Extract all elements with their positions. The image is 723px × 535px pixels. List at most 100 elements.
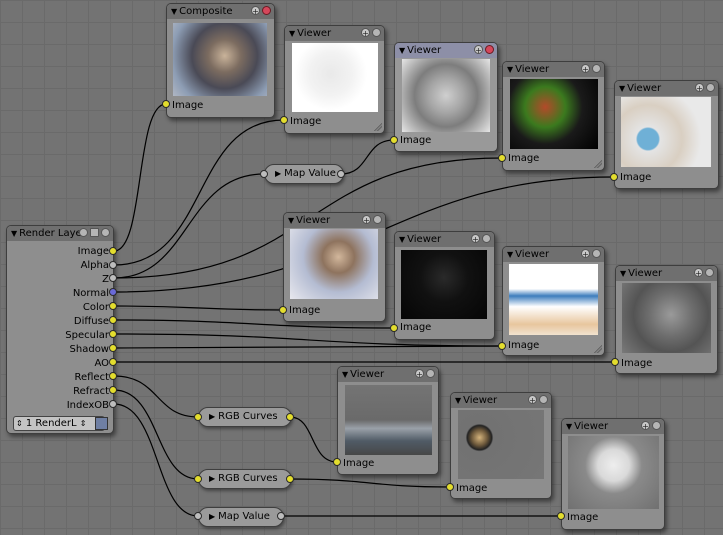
render-button[interactable] — [95, 417, 108, 430]
map-value-node-1[interactable]: ▶ Map Value — [264, 164, 344, 184]
hide-node-icon[interactable] — [592, 249, 601, 258]
rgb-curves-node-2[interactable]: ▶ RGB Curves — [198, 469, 292, 489]
viewer-input-socket[interactable] — [280, 116, 288, 124]
output-socket-normal[interactable] — [109, 288, 117, 296]
viewer-node-10[interactable]: ▼ Viewer + Image — [450, 392, 552, 499]
plus-icon[interactable]: + — [581, 249, 590, 259]
viewer-node-11[interactable]: ▼ Viewer + Image — [561, 418, 665, 530]
plus-icon[interactable]: + — [471, 234, 480, 244]
output-socket-reflect[interactable] — [109, 372, 117, 380]
composite-header[interactable]: ▼ Composite + — [167, 4, 274, 19]
output-socket-specular[interactable] — [109, 330, 117, 338]
expand-arrow-icon[interactable]: ▶ — [209, 474, 215, 483]
collapse-arrow-icon[interactable]: ▼ — [171, 4, 177, 19]
viewer-header[interactable]: ▼ Viewer + — [338, 367, 438, 382]
hide-node-icon[interactable] — [372, 28, 381, 37]
expand-arrow-icon[interactable]: ▶ — [209, 512, 215, 521]
hide-node-icon[interactable] — [426, 369, 435, 378]
menu-icon[interactable] — [90, 228, 99, 237]
viewer-input-socket[interactable] — [610, 173, 618, 181]
rgb-curves-output-socket[interactable] — [286, 475, 294, 483]
viewer-header[interactable]: ▼ Viewer + — [284, 213, 385, 228]
collapse-arrow-icon[interactable]: ▼ — [507, 62, 513, 77]
viewer-input-socket[interactable] — [279, 306, 287, 314]
viewer-input-socket[interactable] — [498, 154, 506, 162]
output-socket-refract[interactable] — [109, 386, 117, 394]
plus-icon[interactable]: + — [361, 28, 370, 38]
resize-handle-icon[interactable] — [594, 160, 602, 168]
output-socket-diffuse[interactable] — [109, 316, 117, 324]
collapse-arrow-icon[interactable]: ▼ — [620, 266, 626, 281]
collapse-arrow-icon[interactable]: ▼ — [11, 226, 17, 241]
close-icon[interactable] — [485, 45, 494, 54]
viewer-header[interactable]: ▼ Viewer + — [503, 247, 604, 262]
map-value-node-2[interactable]: ▶ Map Value — [198, 507, 284, 527]
output-socket-image[interactable] — [109, 247, 117, 255]
expand-arrow-icon[interactable]: ▶ — [209, 412, 215, 421]
collapse-arrow-icon[interactable]: ▼ — [289, 26, 295, 41]
expand-arrow-icon[interactable]: ▶ — [275, 169, 281, 178]
viewer-header[interactable]: ▼ Viewer + — [451, 393, 551, 408]
output-socket-alpha[interactable] — [109, 261, 117, 269]
collapse-arrow-icon[interactable]: ▼ — [399, 43, 405, 58]
viewer-header[interactable]: ▼ Viewer + — [503, 62, 604, 77]
viewer-input-socket[interactable] — [390, 136, 398, 144]
hide-node-icon[interactable] — [705, 268, 714, 277]
viewer-node-1[interactable]: ▼ Viewer + Image — [284, 25, 385, 134]
map-value-input-socket[interactable] — [194, 512, 202, 520]
hide-node-icon[interactable] — [482, 234, 491, 243]
rgb-curves-input-socket[interactable] — [194, 475, 202, 483]
render-layers-header[interactable]: ▼ Render Laye — [7, 226, 113, 241]
output-socket-shadow[interactable] — [109, 344, 117, 352]
map-value-output-socket[interactable] — [277, 512, 285, 520]
resize-handle-icon[interactable] — [374, 123, 382, 131]
map-value-output-socket[interactable] — [337, 170, 345, 178]
composite-node[interactable]: ▼ Composite + Image — [166, 3, 275, 118]
hide-node-icon[interactable] — [592, 64, 601, 73]
viewer-node-6[interactable]: ▼ Viewer + Image — [394, 231, 495, 340]
preview-toggle-icon[interactable] — [79, 228, 88, 237]
viewer-node-5[interactable]: ▼ Viewer + Image — [283, 212, 386, 322]
hide-node-icon[interactable] — [652, 421, 661, 430]
render-layers-node[interactable]: ▼ Render Laye Image Alpha Z Normal Color … — [6, 225, 114, 434]
hide-node-icon[interactable] — [373, 215, 382, 224]
resize-handle-icon[interactable] — [594, 345, 602, 353]
viewer-node-3[interactable]: ▼ Viewer + Image — [502, 61, 605, 171]
viewer-node-2[interactable]: ▼ Viewer + Image — [394, 42, 498, 152]
viewer-header[interactable]: ▼ Viewer + — [615, 81, 718, 96]
output-socket-color[interactable] — [109, 302, 117, 310]
viewer-node-8[interactable]: ▼ Viewer + Image — [615, 265, 718, 374]
viewer-input-socket[interactable] — [498, 342, 506, 350]
viewer-header[interactable]: ▼ Viewer + — [285, 26, 384, 41]
map-value-input-socket[interactable] — [260, 170, 268, 178]
plus-icon[interactable]: + — [528, 395, 537, 405]
viewer-input-socket[interactable] — [611, 358, 619, 366]
viewer-input-socket[interactable] — [446, 483, 454, 491]
collapse-arrow-icon[interactable]: ▼ — [455, 393, 461, 408]
plus-icon[interactable]: + — [581, 64, 590, 74]
collapse-arrow-icon[interactable]: ▼ — [619, 81, 625, 96]
render-layer-select[interactable]: ⇕ 1 RenderL ⇕ — [13, 416, 105, 431]
output-socket-indexob[interactable] — [109, 400, 117, 408]
composite-input-socket[interactable] — [162, 100, 170, 108]
plus-icon[interactable]: + — [694, 268, 703, 278]
plus-icon[interactable]: + — [415, 369, 424, 379]
viewer-input-socket[interactable] — [390, 324, 398, 332]
plus-icon[interactable]: + — [474, 45, 483, 55]
plus-icon[interactable]: + — [362, 215, 371, 225]
collapse-arrow-icon[interactable]: ▼ — [566, 419, 572, 434]
hide-node-icon[interactable] — [101, 228, 110, 237]
hide-node-icon[interactable] — [706, 83, 715, 92]
close-icon[interactable] — [262, 6, 271, 15]
viewer-header[interactable]: ▼ Viewer + — [395, 43, 497, 58]
viewer-header[interactable]: ▼ Viewer + — [616, 266, 717, 281]
plus-icon[interactable]: + — [251, 6, 260, 16]
viewer-node-7[interactable]: ▼ Viewer + Image — [502, 246, 605, 356]
rgb-curves-input-socket[interactable] — [194, 413, 202, 421]
viewer-node-4[interactable]: ▼ Viewer + Image — [614, 80, 719, 189]
rgb-curves-output-socket[interactable] — [286, 413, 294, 421]
plus-icon[interactable]: + — [641, 421, 650, 431]
collapse-arrow-icon[interactable]: ▼ — [288, 213, 294, 228]
hide-node-icon[interactable] — [539, 395, 548, 404]
plus-icon[interactable]: + — [695, 83, 704, 93]
